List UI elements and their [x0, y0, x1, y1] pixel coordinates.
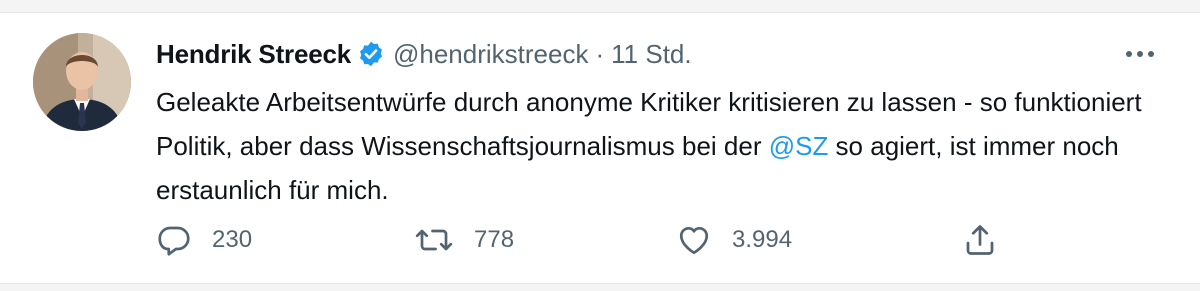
verified-badge-icon	[357, 40, 385, 68]
reply-button[interactable]: 230	[156, 218, 252, 262]
heart-icon	[679, 226, 709, 255]
retweet-icon	[415, 229, 453, 251]
retweet-count: 778	[474, 226, 515, 253]
share-icon	[966, 225, 994, 255]
mention-link[interactable]: @SZ	[769, 131, 829, 161]
user-handle[interactable]: @hendrikstreeck	[393, 39, 588, 70]
timestamp[interactable]: 11 Std.	[611, 39, 691, 70]
tweet-card: Hendrik Streeck @hendrikstreeck · 11 Std…	[0, 0, 1200, 291]
separator-dot: ·	[595, 38, 605, 69]
bottom-divider	[0, 283, 1200, 291]
retweet-button[interactable]: 778	[414, 218, 514, 262]
avatar[interactable]	[33, 33, 131, 131]
tweet-header: Hendrik Streeck @hendrikstreeck · 11 Std…	[156, 36, 692, 72]
avatar-photo	[33, 33, 131, 131]
tweet-text: Geleakte Arbeitsentwürfe durch anonyme K…	[156, 80, 1156, 212]
top-divider	[0, 0, 1200, 13]
more-button[interactable]	[1122, 40, 1158, 68]
more-dots-icon	[1126, 51, 1154, 57]
share-button[interactable]	[958, 218, 1002, 262]
like-button[interactable]: 3.994	[676, 218, 792, 262]
reply-count: 230	[212, 226, 253, 253]
action-bar: 230 778 3.994	[156, 218, 1006, 262]
reply-icon	[158, 226, 190, 256]
like-count: 3.994	[732, 226, 793, 253]
display-name[interactable]: Hendrik Streeck	[156, 39, 351, 70]
